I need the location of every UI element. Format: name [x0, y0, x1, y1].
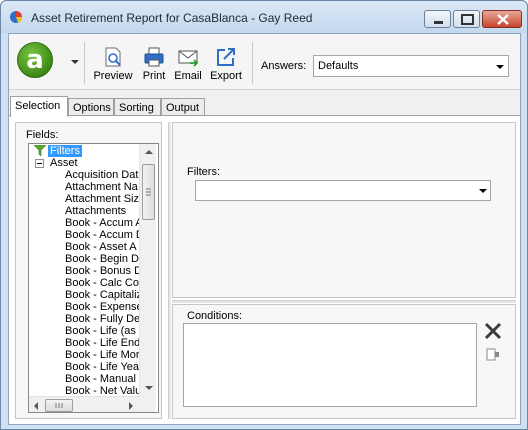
scroll-up-icon[interactable] — [145, 150, 153, 154]
app-logo-button[interactable]: a — [17, 42, 53, 78]
tree-item[interactable]: Book - Life (as — [65, 325, 136, 337]
filters-pane: Filters: — [172, 122, 516, 298]
toolbar-separator — [252, 42, 253, 84]
delete-condition-button[interactable] — [483, 321, 503, 341]
logo-letter: a — [26, 45, 44, 75]
grip-icon — [55, 403, 63, 408]
tree-item[interactable]: Attachments — [65, 205, 126, 217]
tree-item[interactable]: Book - Life Mor — [65, 349, 140, 361]
edit-condition-button[interactable] — [485, 347, 501, 363]
delete-x-icon — [484, 322, 502, 340]
close-button[interactable] — [482, 10, 522, 28]
answers-dropdown[interactable]: Defaults — [313, 55, 509, 77]
toolbar-separator — [84, 42, 85, 84]
fields-pane: Fields: Filters Asset Acquisition Dat At… — [15, 122, 162, 419]
email-button[interactable]: Email — [173, 46, 203, 82]
tree-item[interactable]: Book - Life End — [65, 337, 140, 349]
tree-item[interactable]: Book - Begin D — [65, 253, 139, 265]
fields-label: Fields: — [26, 129, 59, 141]
tree-item[interactable]: Book - Life Yea — [65, 361, 139, 373]
export-label: Export — [210, 70, 242, 82]
tree-item-filters[interactable]: Filters — [48, 145, 82, 157]
print-label: Print — [142, 70, 166, 82]
print-button[interactable]: Print — [139, 46, 169, 82]
pie-chart-icon — [10, 11, 23, 23]
chevron-down-icon — [479, 189, 487, 193]
conditions-pane: Conditions: — [172, 304, 516, 419]
preview-icon — [105, 47, 121, 67]
tree-item[interactable]: Acquisition Dat — [65, 169, 138, 181]
app-window: Asset Retirement Report for CasaBlanca -… — [0, 0, 528, 430]
answers-value: Defaults — [318, 60, 359, 72]
logo-menu-caret-icon[interactable] — [71, 60, 79, 64]
tree-item[interactable]: Book - Accum D — [65, 229, 144, 241]
window-title: Asset Retirement Report for CasaBlanca -… — [31, 11, 313, 25]
tab-selection[interactable]: Selection — [10, 96, 68, 117]
tree-item[interactable]: Book - Capitaliz — [65, 289, 142, 301]
tree-item[interactable]: Book - Fully De — [65, 313, 140, 325]
tree-item[interactable]: Book - Bonus D — [65, 265, 142, 277]
tab-strip: Selection Options Sorting Output — [9, 96, 520, 117]
vertical-splitter[interactable] — [168, 122, 171, 419]
printer-icon — [144, 47, 164, 67]
window-client-area: a Preview Print Email Export Answers: De… — [8, 33, 521, 425]
fields-tree[interactable]: Filters Asset Acquisition Dat Attachment… — [28, 143, 159, 413]
collapse-toggle-icon[interactable] — [35, 159, 44, 168]
tree-item[interactable]: Book - Accum A — [65, 217, 143, 229]
tree-item[interactable]: Book - Expense — [65, 301, 143, 313]
toolbar: a Preview Print Email Export Answers: De… — [9, 34, 520, 90]
answers-label: Answers: — [261, 60, 307, 72]
email-label: Email — [174, 70, 202, 82]
vertical-scrollbar[interactable] — [139, 144, 156, 396]
title-bar[interactable]: Asset Retirement Report for CasaBlanca -… — [1, 1, 527, 33]
filter-funnel-icon — [34, 145, 46, 156]
horizontal-scrollbar[interactable] — [29, 396, 139, 412]
chevron-down-icon — [496, 65, 504, 69]
maximize-button[interactable] — [453, 10, 480, 28]
export-icon — [217, 48, 235, 66]
edit-condition-icon — [486, 348, 499, 361]
minimize-icon — [434, 21, 443, 24]
close-icon — [497, 14, 509, 25]
conditions-label: Conditions: — [187, 310, 243, 322]
tree-item[interactable]: Book - Manual — [65, 373, 136, 385]
tree-item[interactable]: Book - Calc Cor — [65, 277, 143, 289]
filters-label: Filters: — [187, 166, 220, 178]
conditions-list[interactable] — [183, 323, 477, 407]
tree-item[interactable]: Attachment Na — [65, 181, 138, 193]
grip-icon — [146, 188, 151, 196]
scroll-left-icon[interactable] — [34, 402, 38, 410]
tree-group-asset[interactable]: Asset — [50, 157, 78, 169]
scroll-right-icon[interactable] — [129, 402, 133, 410]
scroll-down-icon[interactable] — [145, 386, 153, 390]
maximize-icon — [461, 14, 474, 25]
tree-item[interactable]: Attachment Siz — [65, 193, 139, 205]
export-button[interactable]: Export — [208, 46, 244, 82]
scrollbar-corner — [139, 396, 156, 412]
minimize-button[interactable] — [424, 10, 451, 28]
horizontal-scroll-thumb[interactable] — [45, 399, 73, 412]
preview-label: Preview — [93, 70, 133, 82]
email-icon — [178, 50, 199, 67]
tree-item[interactable]: Book - Asset A — [65, 241, 137, 253]
vertical-scroll-thumb[interactable] — [142, 164, 155, 220]
filters-dropdown[interactable] — [195, 180, 491, 201]
preview-button[interactable]: Preview — [92, 46, 134, 82]
horizontal-splitter[interactable] — [172, 300, 516, 303]
selection-panel: Fields: Filters Asset Acquisition Dat At… — [9, 115, 520, 424]
